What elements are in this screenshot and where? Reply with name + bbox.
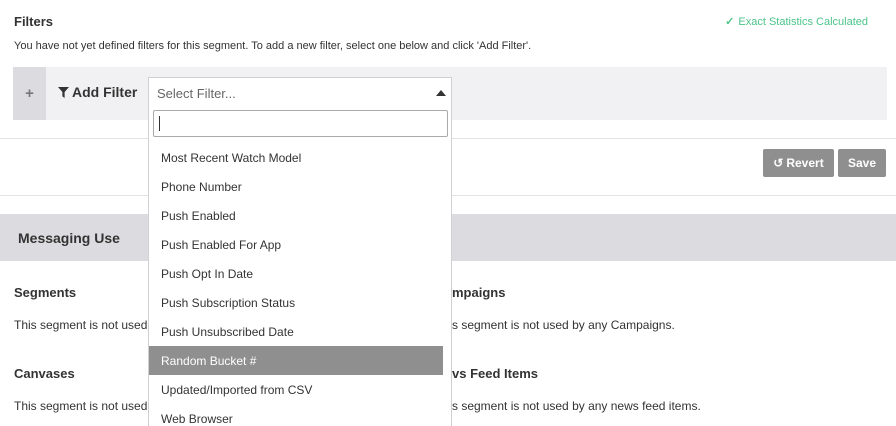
canvases-text: This segment is not used <box>14 399 148 413</box>
filter-option[interactable]: Push Enabled <box>149 201 443 230</box>
messaging-use-title: Messaging Use <box>18 230 120 246</box>
add-filter-plus-button[interactable]: + <box>13 67 46 120</box>
funnel-icon <box>58 86 69 98</box>
filter-select[interactable]: Select Filter... <box>148 77 452 108</box>
filter-option[interactable]: Push Subscription Status <box>149 288 443 317</box>
dropdown-scrollbar[interactable] <box>443 143 449 426</box>
save-button[interactable]: Save <box>838 149 886 177</box>
canvases-title: Canvases <box>14 366 75 381</box>
campaigns-title: mpaigns <box>452 285 506 300</box>
filter-option[interactable]: Push Enabled For App <box>149 230 443 259</box>
segments-text: This segment is not used <box>14 318 148 332</box>
filter-search-input[interactable] <box>153 110 448 137</box>
plus-icon: + <box>25 85 34 102</box>
filter-option[interactable]: Updated/Imported from CSV <box>149 375 443 404</box>
filter-option[interactable]: Most Recent Watch Model <box>149 143 443 172</box>
undo-icon: ↺ <box>773 156 784 170</box>
check-icon: ✓ <box>725 16 735 28</box>
news-feed-items-title: vs Feed Items <box>452 366 538 381</box>
filter-option[interactable]: Push Opt In Date <box>149 259 443 288</box>
filter-select-placeholder: Select Filter... <box>157 86 236 101</box>
news-feed-items-text: s segment is not used by any news feed i… <box>452 399 701 413</box>
revert-button[interactable]: ↺ Revert <box>763 149 834 177</box>
revert-label: Revert <box>786 156 824 170</box>
filters-description: You have not yet defined filters for thi… <box>14 40 532 52</box>
filter-option[interactable]: Push Unsubscribed Date <box>149 317 443 346</box>
filter-option[interactable]: Phone Number <box>149 172 443 201</box>
filter-option[interactable]: Random Bucket # <box>149 346 443 375</box>
exact-stats-indicator: ✓ Exact Statistics Calculated <box>725 15 868 28</box>
segments-title: Segments <box>14 285 77 300</box>
add-filter-label: Add Filter <box>72 84 138 100</box>
exact-stats-label: Exact Statistics Calculated <box>738 16 868 28</box>
caret-up-icon[interactable] <box>436 90 446 96</box>
filter-dropdown: Most Recent Watch Model Phone Number Push … <box>148 107 452 426</box>
filters-title: Filters <box>14 14 54 29</box>
campaigns-text: s segment is not used by any Campaigns. <box>452 318 675 332</box>
filter-option[interactable]: Web Browser <box>149 404 443 426</box>
add-filter-button[interactable]: Add Filter <box>58 84 137 100</box>
filter-options-list: Most Recent Watch Model Phone Number Push … <box>149 143 443 426</box>
text-cursor <box>159 116 160 131</box>
